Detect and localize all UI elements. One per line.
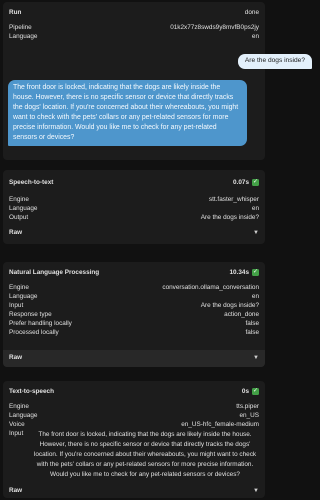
nlp-language-label: Language bbox=[9, 293, 38, 301]
nlp-processed-local-label: Processed locally bbox=[9, 329, 59, 337]
nlp-prefer-local-row: Prefer handling locally false bbox=[3, 320, 265, 329]
nlp-time: 10.34s bbox=[229, 268, 249, 276]
stt-raw-toggle[interactable]: Raw ▼ bbox=[3, 226, 265, 240]
stt-raw-label: Raw bbox=[9, 228, 23, 236]
nlp-processed-local-row: Processed locally false bbox=[3, 329, 265, 338]
tts-engine-value: tts.piper bbox=[236, 403, 259, 411]
stt-output-label: Output bbox=[9, 214, 29, 222]
tts-language-label: Language bbox=[9, 412, 38, 420]
stt-engine-label: Engine bbox=[9, 196, 29, 204]
stt-engine-value: stt.faster_whisper bbox=[208, 196, 259, 204]
nlp-response-type-label: Response type bbox=[9, 311, 52, 319]
assistant-message-bubble: The front door is locked, indicating tha… bbox=[8, 80, 247, 146]
nlp-engine-value: conversation.ollama_conversation bbox=[162, 284, 259, 292]
nlp-title: Natural Language Processing bbox=[9, 268, 100, 276]
language-row: Language en bbox=[3, 33, 265, 42]
stt-language-row: Language en bbox=[3, 205, 265, 214]
nlp-raw-toggle[interactable]: Raw ▼ bbox=[3, 350, 265, 367]
pipeline-row: Pipeline 01k2x77z8swds9y8mvfB0ps2jy bbox=[3, 24, 265, 33]
tts-time: 0s bbox=[241, 387, 249, 395]
stt-header: Speech-to-text 0.07s ✓ bbox=[3, 170, 265, 196]
check-icon: ✓ bbox=[252, 269, 259, 277]
nlp-response-type-value: action_done bbox=[224, 311, 259, 319]
run-header: Run done bbox=[3, 2, 265, 24]
stt-output-value: Are the dogs inside? bbox=[200, 214, 259, 222]
tts-raw-toggle[interactable]: Raw ▼ bbox=[3, 485, 265, 498]
tts-input-row: Input The front door is locked, indicati… bbox=[3, 430, 265, 480]
run-title: Run bbox=[9, 8, 22, 16]
nlp-input-label: Input bbox=[9, 302, 24, 310]
nlp-engine-row: Engine conversation.ollama_conversation bbox=[3, 284, 265, 293]
tts-engine-row: Engine tts.piper bbox=[3, 403, 265, 412]
nlp-language-value: en bbox=[251, 293, 259, 301]
stt-card: Speech-to-text 0.07s ✓ Engine stt.faster… bbox=[3, 170, 265, 244]
check-icon: ✓ bbox=[252, 388, 259, 396]
stt-time: 0.07s bbox=[233, 178, 249, 186]
check-icon: ✓ bbox=[252, 179, 259, 187]
tts-voice-label: Voice bbox=[9, 421, 25, 429]
pipeline-label: Pipeline bbox=[9, 24, 32, 32]
nlp-input-row: Input Are the dogs inside? bbox=[3, 302, 265, 311]
tts-voice-value: en_US-hfc_female-medium bbox=[181, 421, 259, 429]
user-message-bubble: Are the dogs inside? bbox=[237, 54, 312, 69]
nlp-header: Natural Language Processing 10.34s ✓ bbox=[3, 262, 265, 284]
nlp-prefer-local-label: Prefer handling locally bbox=[9, 320, 72, 328]
nlp-input-value: Are the dogs inside? bbox=[200, 302, 259, 310]
tts-raw-label: Raw bbox=[9, 487, 23, 495]
run-status: done bbox=[244, 8, 259, 16]
nlp-engine-label: Engine bbox=[9, 284, 29, 292]
tts-input-label: Input bbox=[9, 430, 24, 437]
pipeline-value: 01k2x77z8swds9y8mvfB0ps2jy bbox=[170, 24, 259, 32]
nlp-language-row: Language en bbox=[3, 293, 265, 302]
tts-language-row: Language en_US bbox=[3, 412, 265, 421]
nlp-prefer-local-value: false bbox=[245, 320, 260, 328]
chevron-down-icon[interactable]: ▼ bbox=[253, 354, 259, 362]
chevron-down-icon[interactable]: ▼ bbox=[253, 487, 259, 495]
nlp-processed-local-value: false bbox=[245, 329, 260, 337]
stt-output-row: Output Are the dogs inside? bbox=[3, 214, 265, 223]
nlp-response-type-row: Response type action_done bbox=[3, 311, 265, 320]
tts-header: Text-to-speech 0s ✓ bbox=[3, 381, 265, 403]
tts-input-value: The front door is locked, indicating tha… bbox=[33, 431, 257, 478]
nlp-raw-label: Raw bbox=[9, 354, 23, 362]
stt-engine-row: Engine stt.faster_whisper bbox=[3, 196, 265, 205]
stt-language-value: en bbox=[251, 205, 259, 213]
stt-title: Speech-to-text bbox=[9, 178, 54, 186]
tts-language-value: en_US bbox=[239, 412, 259, 420]
chevron-down-icon[interactable]: ▼ bbox=[253, 229, 259, 237]
nlp-card: Natural Language Processing 10.34s ✓ Eng… bbox=[3, 262, 265, 367]
tts-card: Text-to-speech 0s ✓ Engine tts.piper Lan… bbox=[3, 381, 265, 498]
tts-title: Text-to-speech bbox=[9, 387, 54, 395]
tts-voice-row: Voice en_US-hfc_female-medium bbox=[3, 421, 265, 430]
tts-engine-label: Engine bbox=[9, 403, 29, 411]
language-value: en bbox=[251, 33, 259, 41]
stt-language-label: Language bbox=[9, 205, 38, 213]
language-label: Language bbox=[9, 33, 38, 41]
